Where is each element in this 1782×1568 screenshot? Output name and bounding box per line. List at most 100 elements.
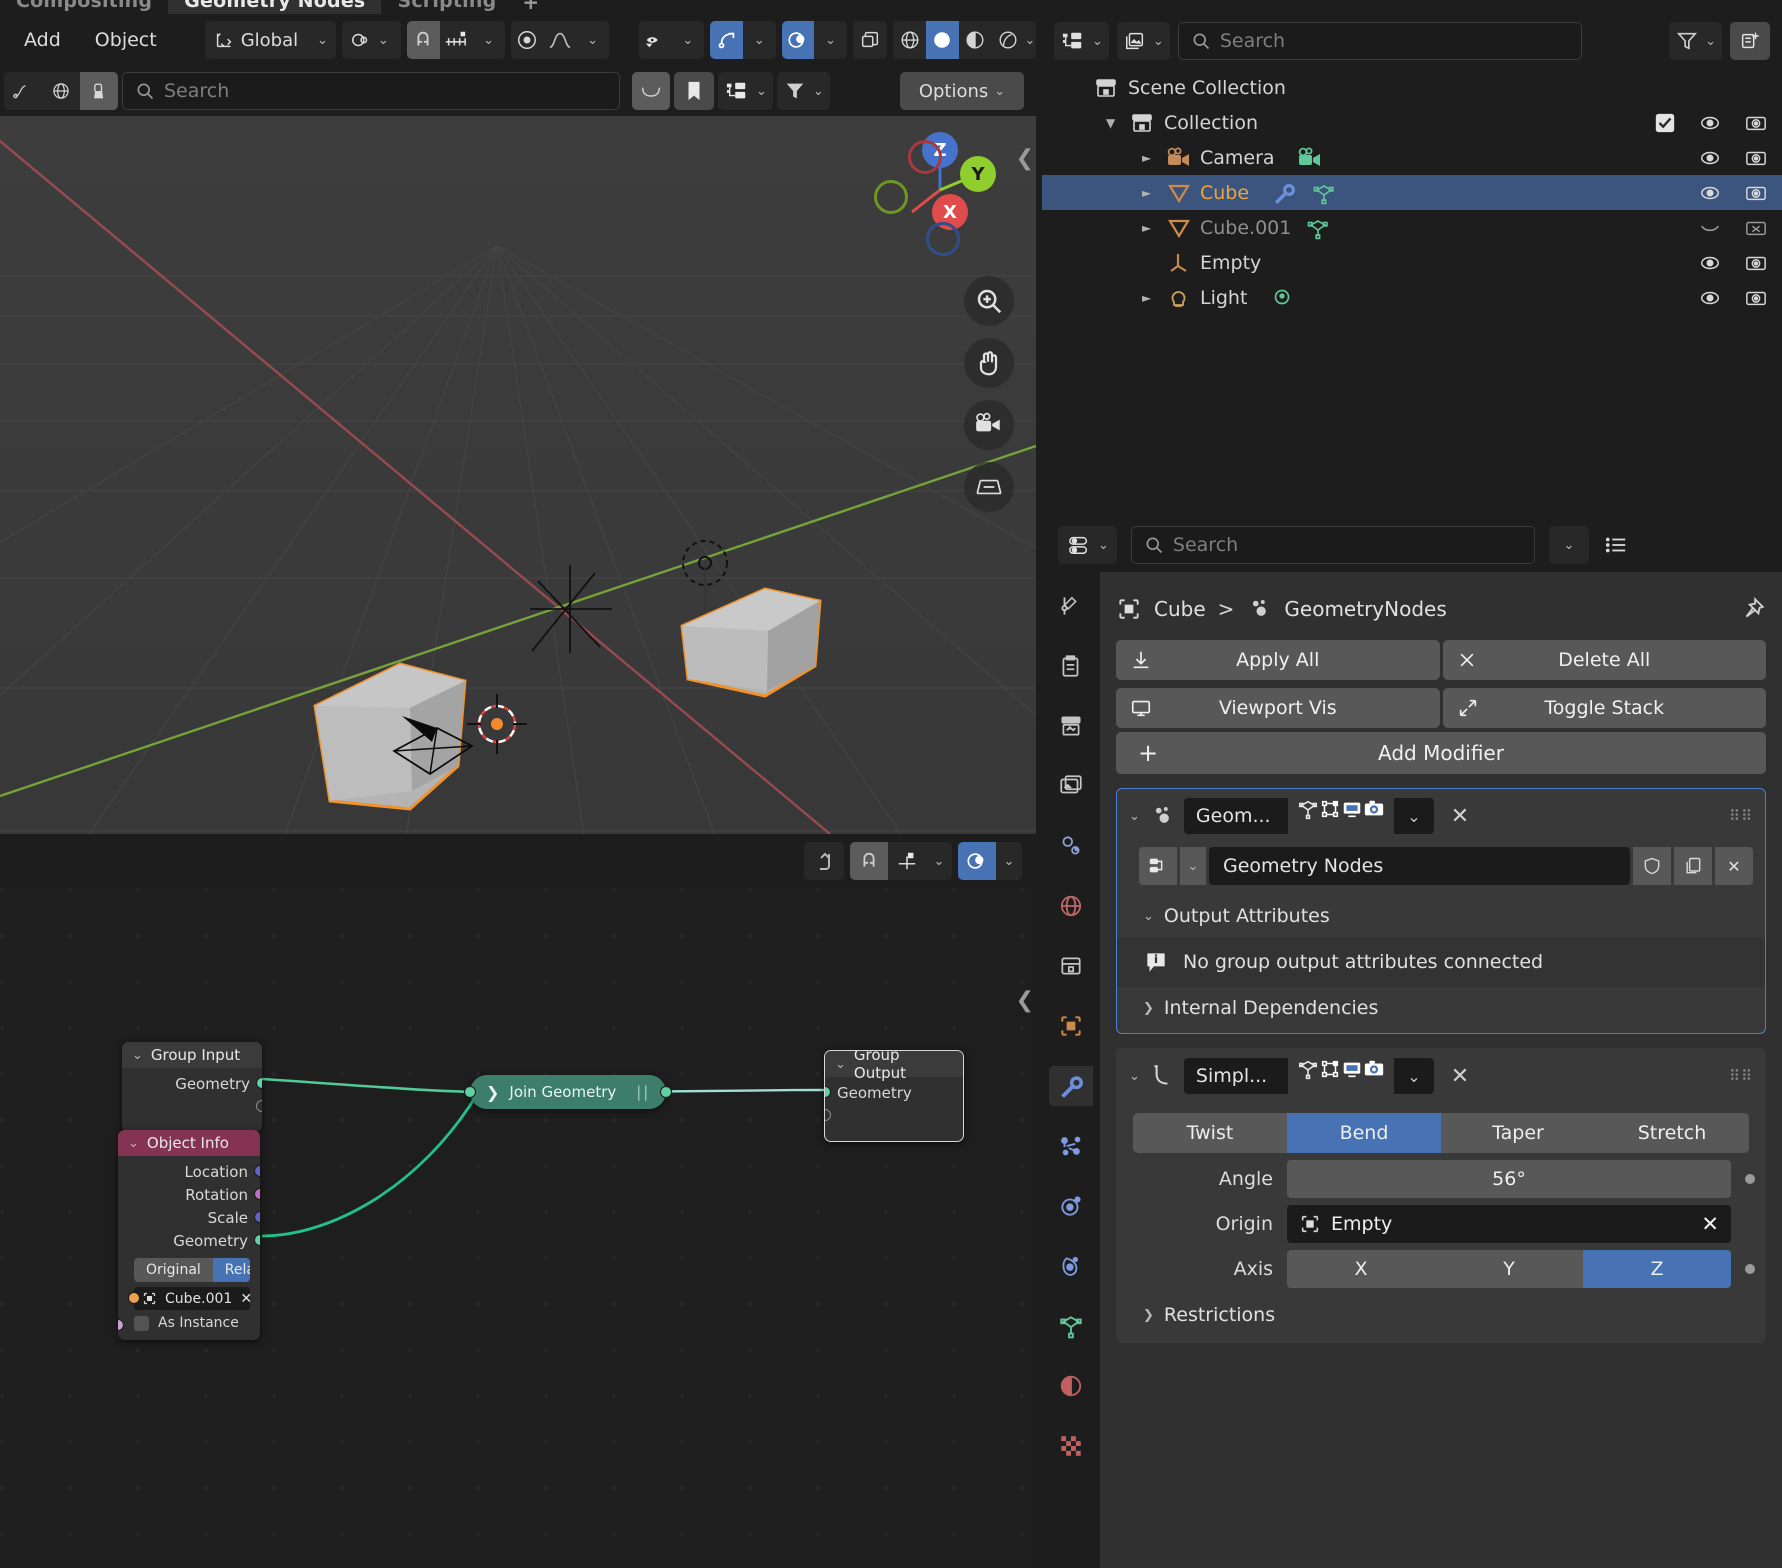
axis-option-x[interactable]: X xyxy=(1287,1250,1435,1288)
visibility-controls[interactable]: ⌄ xyxy=(638,21,705,59)
workspace-tab-geometry-nodes[interactable]: Geometry Nodes xyxy=(168,0,382,14)
shading-rendered-icon[interactable] xyxy=(991,21,1024,59)
checkbox-checked[interactable] xyxy=(1654,112,1676,134)
geometry-output-socket[interactable] xyxy=(254,1234,260,1246)
properties-tab-render[interactable] xyxy=(1049,646,1093,686)
deform-mode-bend[interactable]: Bend xyxy=(1287,1113,1441,1153)
outliner-row-camera[interactable]: ► Camera xyxy=(1042,140,1782,175)
as-instance-checkbox[interactable] xyxy=(134,1315,149,1331)
viewport-3d[interactable]: Add Object Global ⌄ ⌄ ⌄ ⌄ ⌄ ⌄ ⌄ ⌄ Search… xyxy=(0,14,1036,834)
modifier-bulk-actions-2[interactable]: Viewport Vis Toggle Stack xyxy=(1116,688,1766,728)
modifier-display-toggles[interactable] xyxy=(1297,798,1385,834)
deform-mode-stretch[interactable]: Stretch xyxy=(1595,1113,1749,1153)
smooth-curve-icon[interactable] xyxy=(632,72,670,110)
node-socket-row[interactable]: Geometry xyxy=(122,1072,262,1095)
snap-increment-icon[interactable] xyxy=(440,21,473,59)
deform-mode-taper[interactable]: Taper xyxy=(1441,1113,1595,1153)
gizmo-axis-neg-z[interactable] xyxy=(926,222,960,256)
outliner-header[interactable]: ⌄ ⌄ Search ⌄ xyxy=(1042,14,1782,68)
overlays-icon[interactable] xyxy=(781,21,815,59)
properties-tab-tool[interactable] xyxy=(1049,586,1093,626)
snap-magnet-icon[interactable] xyxy=(850,842,888,880)
realtime-cage-display-toggle[interactable] xyxy=(1319,798,1341,834)
chevron-down-icon[interactable]: ⌄ xyxy=(1129,809,1140,824)
chevron-right-icon[interactable]: ❯ xyxy=(486,1083,499,1102)
zoom-icon[interactable] xyxy=(964,276,1014,326)
unlink-node-group-icon[interactable]: ✕ xyxy=(1715,847,1753,885)
expand-triangle-icon[interactable]: ▼ xyxy=(1106,116,1128,130)
node-header[interactable]: ⌄ Group Input xyxy=(122,1042,262,1068)
proportional-edit-controls[interactable]: ⌄ xyxy=(510,21,609,59)
delete-all-button[interactable]: Delete All xyxy=(1442,640,1766,680)
virtual-input-socket[interactable] xyxy=(825,1109,831,1121)
options-dropdown[interactable]: Options ⌄ xyxy=(900,72,1024,110)
render-display-toggle[interactable] xyxy=(1363,798,1385,834)
gizmo-axis-neg-x[interactable] xyxy=(908,140,942,174)
realtime-cage-display-toggle[interactable] xyxy=(1319,1058,1341,1094)
ortho-persp-grid-icon[interactable] xyxy=(964,462,1014,512)
virtual-output-socket[interactable] xyxy=(256,1100,262,1112)
breadcrumb-modifier[interactable]: GeometryNodes xyxy=(1284,597,1446,621)
modifier-header[interactable]: ⌄ Geom... ⌄ ✕ ⠿⠿ xyxy=(1117,789,1765,843)
hierarchy-dropdown[interactable]: ⌄ xyxy=(718,72,773,110)
node-socket-row-virtual[interactable] xyxy=(825,1104,963,1127)
visibility-dropdown-chevron-icon[interactable]: ⌄ xyxy=(672,21,705,59)
properties-tab-output[interactable] xyxy=(1049,706,1093,746)
properties-tab-texture[interactable] xyxy=(1049,1426,1093,1466)
gizmo-axis-y[interactable]: Y xyxy=(960,156,996,192)
breadcrumb[interactable]: Cube > GeometryNodes xyxy=(1116,586,1766,632)
camera-icon[interactable] xyxy=(1744,287,1768,309)
eye-icon[interactable] xyxy=(1698,287,1722,309)
shading-material-icon[interactable] xyxy=(959,21,992,59)
snap-magnet-icon[interactable] xyxy=(406,21,440,59)
menu-add[interactable]: Add xyxy=(10,23,75,57)
scale-output-socket[interactable] xyxy=(254,1211,260,1223)
outliner-row-light[interactable]: ► Light xyxy=(1042,280,1782,315)
proportional-edit-icon[interactable] xyxy=(511,21,544,59)
camera-icon[interactable] xyxy=(1744,147,1768,169)
gizmo-controls[interactable]: ⌄ xyxy=(710,21,776,59)
modifier-delete-button[interactable]: ✕ xyxy=(1443,1064,1477,1089)
chevron-down-icon[interactable]: ⌄ xyxy=(128,1136,139,1151)
apply-all-button[interactable]: Apply All xyxy=(1116,640,1440,680)
chevron-down-icon[interactable]: ⌄ xyxy=(1129,1069,1140,1084)
node-editor-mode-icons[interactable] xyxy=(4,72,118,110)
workspace-tab-bar[interactable]: Compositing Geometry Nodes Scripting + xyxy=(0,0,1782,14)
search-input[interactable]: Search xyxy=(122,72,620,110)
bookmark-icon[interactable] xyxy=(674,72,714,110)
node-collapse-handle[interactable]: || xyxy=(636,1083,650,1101)
outliner-row-toggles[interactable] xyxy=(1698,287,1768,309)
node-join-geometry[interactable]: ❯ Join Geometry || xyxy=(464,1075,673,1109)
chevron-down-icon[interactable]: ⌄ xyxy=(132,1048,143,1063)
modifier-name[interactable]: Simpl... xyxy=(1183,1058,1288,1094)
modifier-panel-geometry-nodes[interactable]: ⌄ Geom... ⌄ ✕ ⠿⠿ ⌄ Geometry Nodes ✕ ⌄ Ou… xyxy=(1116,788,1766,1034)
hidden-eye-icon[interactable] xyxy=(1698,217,1722,239)
properties-tab-particles[interactable] xyxy=(1049,1126,1093,1166)
shading-dropdown-chevron-icon[interactable]: ⌄ xyxy=(1024,21,1036,59)
modifier-bulk-actions[interactable]: Apply All Delete All xyxy=(1116,640,1766,680)
navigation-gizmo[interactable]: Z Y X xyxy=(874,132,998,256)
gizmo-dropdown-chevron-icon[interactable]: ⌄ xyxy=(743,21,776,59)
snap-dropdown-chevron-icon[interactable]: ⌄ xyxy=(926,842,952,880)
modifier-extras-dropdown[interactable]: ⌄ xyxy=(1393,798,1434,834)
modifier-display-toggles[interactable] xyxy=(1297,1058,1385,1094)
modifier-name[interactable]: Geom... xyxy=(1183,798,1288,834)
pan-hand-icon[interactable] xyxy=(964,338,1014,388)
restrictions-section[interactable]: ❯ Restrictions xyxy=(1117,1288,1765,1342)
camera-data-icon[interactable] xyxy=(1297,146,1323,170)
modifier-panel-simple-deform[interactable]: ⌄ Simpl... ⌄ ✕ ⠿⠿ Twist Bend Taper Stret… xyxy=(1116,1048,1766,1343)
add-modifier-button[interactable]: + Add Modifier xyxy=(1116,732,1766,774)
outliner-search-input[interactable]: Search xyxy=(1177,22,1582,60)
workspace-tab-compositing[interactable]: Compositing xyxy=(0,0,168,14)
camera-icon[interactable] xyxy=(1744,112,1768,134)
modifier-delete-button[interactable]: ✕ xyxy=(1443,804,1477,829)
object-field[interactable]: Cube.001 ✕ xyxy=(128,1287,252,1310)
axis-selector[interactable]: XYZ xyxy=(1287,1250,1731,1288)
node-group-name-field[interactable]: Geometry Nodes xyxy=(1209,847,1630,885)
brush-icon[interactable] xyxy=(80,72,118,110)
properties-editor[interactable]: ⌄ Search ⌄ Cube > GeometryNodes Apply Al… xyxy=(1042,518,1782,1568)
expand-triangle-icon[interactable]: ► xyxy=(1142,221,1164,235)
node-socket-row[interactable]: Location xyxy=(118,1160,260,1183)
outliner-row-cube-001[interactable]: ► Cube.001 xyxy=(1042,210,1782,245)
outliner-editor[interactable]: ⌄ ⌄ Search ⌄ Scene Collection ▼ Collecti… xyxy=(1042,14,1782,514)
